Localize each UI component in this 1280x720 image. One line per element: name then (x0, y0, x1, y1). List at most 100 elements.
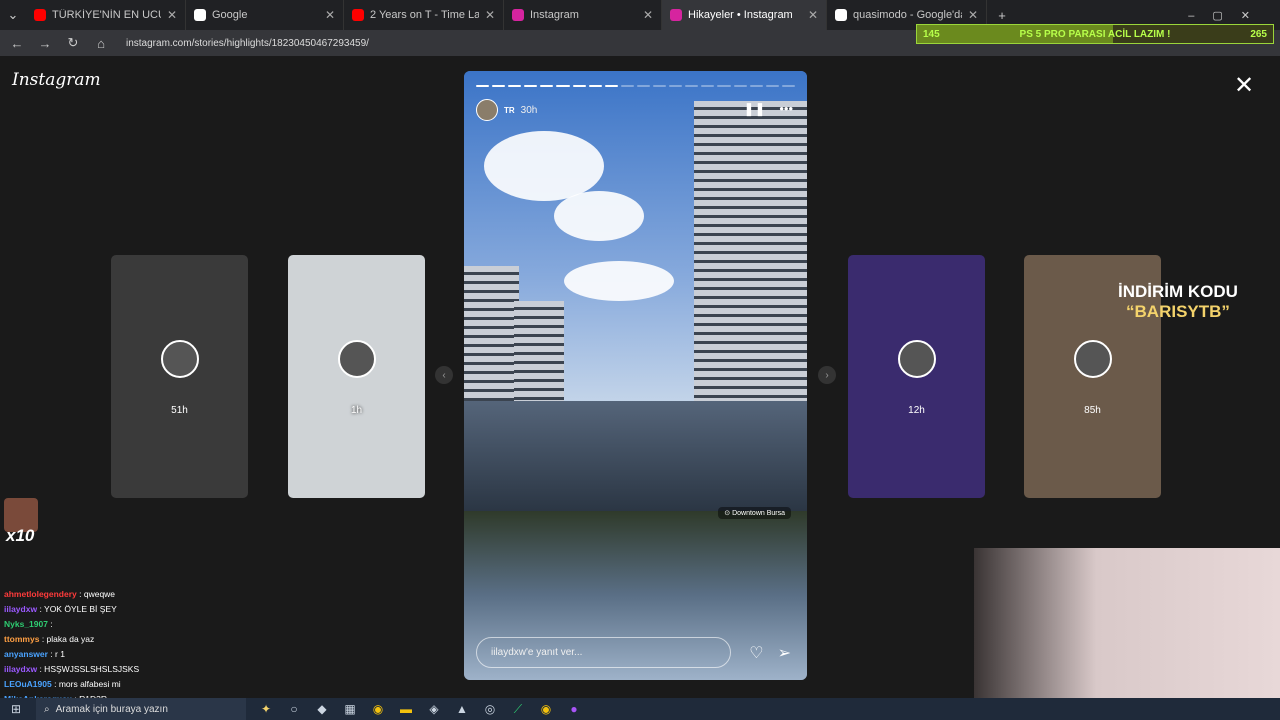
tab-title: Instagram (530, 9, 579, 21)
reload-icon[interactable]: ↻ (66, 35, 80, 51)
url-field[interactable]: instagram.com/stories/highlights/1823045… (126, 38, 369, 49)
share-send-icon[interactable]: ➢ (778, 643, 791, 663)
messenger-icon[interactable]: ● (566, 702, 582, 716)
progress-segment (524, 85, 538, 87)
tab-close-icon[interactable]: ✕ (643, 8, 653, 22)
back-icon[interactable]: ← (10, 36, 24, 51)
stream-chat: ahmetlolegendery : qweqwe iilaydxw : YOK … (4, 587, 139, 707)
home-icon[interactable]: ⌂ (94, 36, 108, 51)
windows-start-icon[interactable]: ⊞ (8, 702, 24, 716)
chat-username[interactable]: ttommys (4, 634, 39, 644)
progress-segment (765, 85, 779, 87)
progress-segment (781, 85, 795, 87)
location-label: Downtown Bursa (732, 510, 785, 517)
folder-icon[interactable]: ▬ (398, 702, 414, 716)
chat-username[interactable]: ahmetlolegendery (4, 589, 77, 599)
tab-list-icon[interactable]: ⌄ (6, 7, 20, 23)
tab-close-icon[interactable]: ✕ (167, 8, 177, 22)
tab-2[interactable]: Google ✕ (186, 0, 344, 30)
tab-favicon-icon (352, 9, 364, 21)
progress-segment (733, 85, 747, 87)
next-story-arrow[interactable]: › (818, 366, 836, 384)
progress-segment (492, 85, 506, 87)
sparkle-icon[interactable]: ✦ (258, 702, 274, 716)
prev-story-arrow[interactable]: ‹ (435, 366, 453, 384)
chat-username[interactable]: iilaydxw (4, 664, 37, 674)
chat-message: : plaka da yaz (41, 634, 95, 644)
reply-actions: ♡ ➢ (749, 643, 791, 663)
progress-segment (749, 85, 763, 87)
tab-favicon-icon (835, 9, 847, 21)
steam-icon[interactable]: ◈ (426, 702, 442, 716)
tab-favicon-icon (34, 9, 46, 21)
thumb-avatar (160, 340, 199, 378)
chat-username[interactable]: Nyks_1907 (4, 619, 48, 629)
taskbar-search[interactable]: ⌕ Aramak için buraya yazın (36, 698, 246, 720)
donation-goal: 265 (1250, 28, 1267, 40)
tab-1[interactable]: TÜRKİYE'NİN EN UCUZ TAVUK ✕ (26, 0, 186, 30)
tab-3[interactable]: 2 Years on T - Time Lapse (FTM) ✕ (344, 0, 504, 30)
progress-segment (685, 85, 699, 87)
new-tab-icon[interactable]: + (995, 8, 1009, 23)
donation-current: 145 (923, 28, 940, 40)
thumb-avatar (897, 340, 936, 378)
chat-line: ttommys : plaka da yaz (4, 632, 139, 647)
promo-line1: İNDİRİM KODU (1118, 282, 1238, 301)
story-thumb-2[interactable]: 1h (288, 255, 425, 498)
like-heart-icon[interactable]: ♡ (749, 643, 763, 663)
progress-segment (556, 85, 570, 87)
progress-segment (588, 85, 602, 87)
story-user[interactable]: TR (504, 106, 515, 115)
promo-code-overlay: İNDİRİM KODU “BARISYTB” (1118, 282, 1238, 322)
thumb-time: 85h (1084, 405, 1101, 416)
story-thumb-3[interactable]: 12h (848, 255, 985, 498)
app-icon[interactable]: ⟋ (510, 702, 526, 717)
window-controls[interactable]: –▢✕ (1188, 9, 1268, 22)
pause-icon[interactable]: ❚❚ (744, 101, 766, 117)
obs-icon[interactable]: ◎ (482, 702, 498, 716)
reply-input[interactable]: iilaydxw'e yanıt ver... (476, 637, 731, 668)
active-story[interactable]: TR 30h ❚❚ ••• ⊙ Downtown Bursa iilaydxw'… (464, 71, 807, 680)
chat-username[interactable]: LEOuA1905 (4, 679, 52, 689)
donation-text: PS 5 PRO PARASI ACİL LAZIM ! (1019, 28, 1171, 40)
chrome-active-icon[interactable]: ◉ (538, 702, 554, 716)
search-icon: ⌕ (44, 703, 50, 715)
instagram-logo[interactable]: Instagram (12, 70, 101, 90)
story-water (464, 401, 807, 511)
tab-favicon-icon (670, 9, 682, 21)
more-options-icon[interactable]: ••• (779, 101, 793, 117)
chat-username[interactable]: iilaydxw (4, 604, 37, 614)
tab-title: quasimodo - Google'da Ara (853, 9, 962, 21)
chat-line: iilaydxw : HSŞWJSSLSHSLSJSKS (4, 662, 139, 677)
tab-title: Hikayeler • Instagram (688, 9, 793, 21)
story-controls: ❚❚ ••• (744, 101, 793, 117)
store-icon[interactable]: ▦ (342, 702, 358, 716)
story-thumb-1[interactable]: 51h (111, 255, 248, 498)
chat-line: ahmetlolegendery : qweqwe (4, 587, 139, 602)
task-view-icon[interactable]: ○ (286, 702, 302, 716)
tab-4[interactable]: Instagram ✕ (504, 0, 662, 30)
app-icon[interactable]: ◆ (314, 702, 330, 716)
tab-close-icon[interactable]: ✕ (485, 8, 495, 22)
tab-close-icon[interactable]: ✕ (808, 8, 818, 22)
close-icon[interactable]: ✕ (1234, 74, 1254, 98)
webcam-overlay (974, 548, 1280, 698)
app-icon[interactable]: ▲ (454, 702, 470, 716)
story-avatar[interactable] (476, 99, 498, 121)
chat-message: : qweqwe (79, 589, 116, 599)
progress-segment (701, 85, 715, 87)
chrome-icon[interactable]: ◉ (370, 702, 386, 716)
chat-username[interactable]: anyanswer (4, 649, 48, 659)
chat-line: anyanswer : r 1 (4, 647, 139, 662)
tab-close-icon[interactable]: ✕ (325, 8, 335, 22)
tab-close-icon[interactable]: ✕ (968, 8, 978, 22)
tab-favicon-icon (194, 9, 206, 21)
tab-5[interactable]: Hikayeler • Instagram ✕ (662, 0, 827, 30)
thumb-time: 1h (350, 405, 363, 416)
chat-line: iilaydxw : YOK ÖYLE Bİ ŞEY (4, 602, 139, 617)
forward-icon[interactable]: → (38, 36, 52, 51)
chat-message: : HSŞWJSSLSHSLSJSKS (39, 664, 140, 674)
tab-title: 2 Years on T - Time Lapse (FTM) (370, 9, 479, 21)
progress-segment (604, 85, 618, 87)
location-sticker[interactable]: ⊙ Downtown Bursa (718, 507, 791, 519)
